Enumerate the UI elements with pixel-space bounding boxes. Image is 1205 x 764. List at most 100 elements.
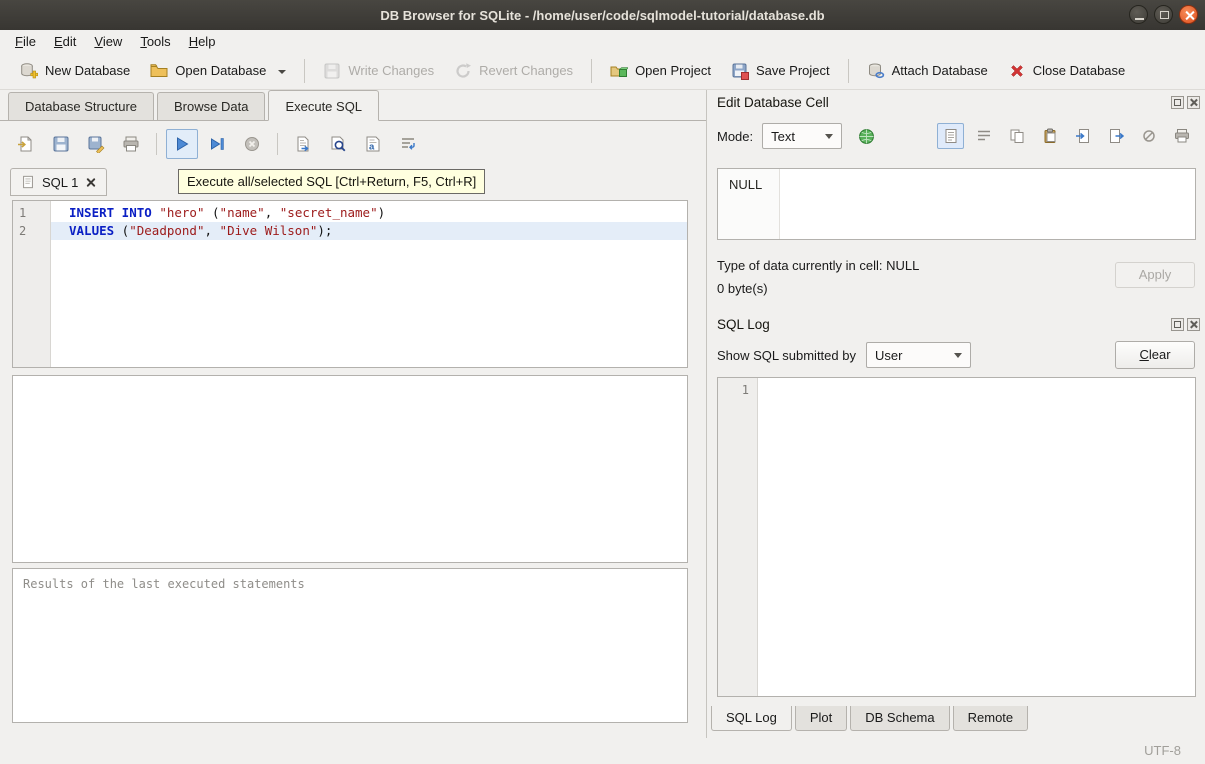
stop-button bbox=[236, 129, 268, 159]
sql-text: ) bbox=[378, 205, 386, 220]
line-number: 1 bbox=[13, 204, 50, 222]
main-tab-bar: Database Structure Browse Data Execute S… bbox=[0, 90, 706, 121]
tab-sql-log[interactable]: SQL Log bbox=[711, 706, 792, 731]
print-cell-button[interactable] bbox=[1168, 123, 1195, 149]
minimize-button[interactable] bbox=[1129, 5, 1148, 24]
paste-cell-button[interactable] bbox=[1036, 123, 1063, 149]
set-null-icon bbox=[1141, 128, 1157, 144]
open-project-label: Open Project bbox=[635, 63, 711, 78]
line-number: 2 bbox=[13, 222, 50, 240]
mode-value: Text bbox=[771, 129, 795, 144]
open-database-dropdown-icon[interactable] bbox=[278, 70, 286, 74]
sql1-tab[interactable]: SQL 1 bbox=[10, 168, 107, 196]
menu-help[interactable]: Help bbox=[180, 32, 225, 51]
tab-db-schema[interactable]: DB Schema bbox=[850, 706, 949, 731]
attach-database-button[interactable]: Attach Database bbox=[857, 57, 998, 85]
auto-format-button[interactable]: a bbox=[357, 129, 389, 159]
text-mode-button[interactable] bbox=[937, 123, 964, 149]
menu-tools[interactable]: Tools bbox=[131, 32, 179, 51]
menu-view[interactable]: View bbox=[85, 32, 131, 51]
set-null-button[interactable] bbox=[1135, 123, 1162, 149]
save-project-button[interactable]: Save Project bbox=[721, 57, 840, 85]
edit-cell-panel-buttons bbox=[1171, 96, 1200, 109]
cell-editor[interactable]: NULL bbox=[717, 168, 1196, 240]
apply-button: Apply bbox=[1115, 262, 1195, 288]
export-cell-button[interactable] bbox=[1102, 123, 1129, 149]
import-cell-button[interactable] bbox=[1069, 123, 1096, 149]
open-sql-file-button[interactable] bbox=[10, 129, 42, 159]
revert-changes-button: Revert Changes bbox=[444, 57, 583, 85]
export-results-icon bbox=[294, 135, 312, 153]
log-line-number: 1 bbox=[718, 383, 749, 397]
float-panel-button[interactable] bbox=[1171, 96, 1184, 109]
close-database-icon bbox=[1008, 62, 1026, 80]
tab-remote[interactable]: Remote bbox=[953, 706, 1029, 731]
code-line-2: VALUES ("Deadpond", "Dive Wilson"); bbox=[51, 222, 687, 240]
tab-database-structure[interactable]: Database Structure bbox=[8, 92, 154, 120]
sql-string: "name" bbox=[220, 205, 265, 220]
word-wrap-button[interactable] bbox=[392, 129, 424, 159]
open-sql-file-icon bbox=[17, 135, 35, 153]
db-browser-window: DB Browser for SQLite - /home/user/code/… bbox=[0, 0, 1205, 764]
tab-browse-data[interactable]: Browse Data bbox=[157, 92, 265, 120]
save-sql-file-button[interactable] bbox=[45, 129, 77, 159]
sql-text: , bbox=[265, 205, 280, 220]
clear-log-button[interactable]: Clear bbox=[1115, 341, 1195, 369]
open-project-button[interactable]: Open Project bbox=[600, 57, 721, 85]
sql-log-area[interactable]: 1 bbox=[717, 377, 1196, 697]
close-database-label: Close Database bbox=[1033, 63, 1126, 78]
sql-keyword: INSERT INTO bbox=[69, 205, 152, 220]
close-window-button[interactable] bbox=[1179, 5, 1198, 24]
log-filter-value: User bbox=[875, 348, 902, 363]
close-tab-icon[interactable] bbox=[85, 177, 96, 188]
sql-string: "hero" bbox=[159, 205, 204, 220]
tab-execute-sql[interactable]: Execute SQL bbox=[268, 90, 379, 121]
print-button[interactable] bbox=[115, 129, 147, 159]
tab-plot[interactable]: Plot bbox=[795, 706, 847, 731]
open-database-button[interactable]: Open Database bbox=[140, 57, 296, 85]
float-panel-button[interactable] bbox=[1171, 318, 1184, 331]
mode-label: Mode: bbox=[717, 129, 753, 144]
log-filter-combobox[interactable]: User bbox=[866, 342, 971, 368]
save-sql-as-icon bbox=[87, 135, 105, 153]
results-placeholder: Results of the last executed statements bbox=[23, 577, 305, 591]
auto-switch-mode-button[interactable] bbox=[851, 123, 881, 150]
menu-file[interactable]: File bbox=[6, 32, 45, 51]
write-changes-label: Write Changes bbox=[348, 63, 434, 78]
code-area[interactable]: INSERT INTO "hero" ("name", "secret_name… bbox=[51, 201, 687, 367]
mode-combobox[interactable]: Text bbox=[762, 123, 842, 149]
copy-cell-button[interactable] bbox=[1003, 123, 1030, 149]
line-number-gutter: 1 2 bbox=[13, 201, 51, 367]
titlebar[interactable]: DB Browser for SQLite - /home/user/code/… bbox=[0, 0, 1205, 30]
import-file-icon bbox=[1075, 128, 1091, 144]
new-database-label: New Database bbox=[45, 63, 130, 78]
sql-string: "secret_name" bbox=[280, 205, 378, 220]
new-database-button[interactable]: New Database bbox=[10, 57, 140, 85]
sql-string: "Dive Wilson" bbox=[220, 223, 318, 238]
export-results-button[interactable] bbox=[287, 129, 319, 159]
execute-line-button[interactable] bbox=[201, 129, 233, 159]
maximize-button[interactable] bbox=[1154, 5, 1173, 24]
close-panel-button[interactable] bbox=[1187, 318, 1200, 331]
print-icon bbox=[122, 135, 140, 153]
sql-editor[interactable]: 1 2 INSERT INTO "hero" ("name", "secret_… bbox=[12, 200, 688, 368]
save-sql-as-button[interactable] bbox=[80, 129, 112, 159]
encoding-indicator[interactable]: UTF-8 bbox=[1144, 743, 1181, 758]
find-replace-button[interactable] bbox=[322, 129, 354, 159]
word-wrap-cell-button[interactable] bbox=[970, 123, 997, 149]
write-changes-icon bbox=[323, 62, 341, 80]
sql-toolbar: a bbox=[10, 127, 424, 161]
bottom-tab-bar: SQL Log Plot DB Schema Remote bbox=[711, 706, 1031, 731]
sql-text: ); bbox=[317, 223, 332, 238]
cell-value: NULL bbox=[729, 177, 762, 192]
menu-edit[interactable]: Edit bbox=[45, 32, 85, 51]
attach-database-label: Attach Database bbox=[892, 63, 988, 78]
toolbar-separator bbox=[277, 133, 278, 155]
close-panel-button[interactable] bbox=[1187, 96, 1200, 109]
execute-tooltip: Execute all/selected SQL [Ctrl+Return, F… bbox=[178, 169, 485, 194]
close-panel-icon bbox=[1189, 98, 1198, 107]
execute-all-button[interactable] bbox=[166, 129, 198, 159]
sql-log-title: SQL Log bbox=[717, 317, 770, 332]
revert-changes-label: Revert Changes bbox=[479, 63, 573, 78]
close-database-button[interactable]: Close Database bbox=[998, 57, 1136, 85]
